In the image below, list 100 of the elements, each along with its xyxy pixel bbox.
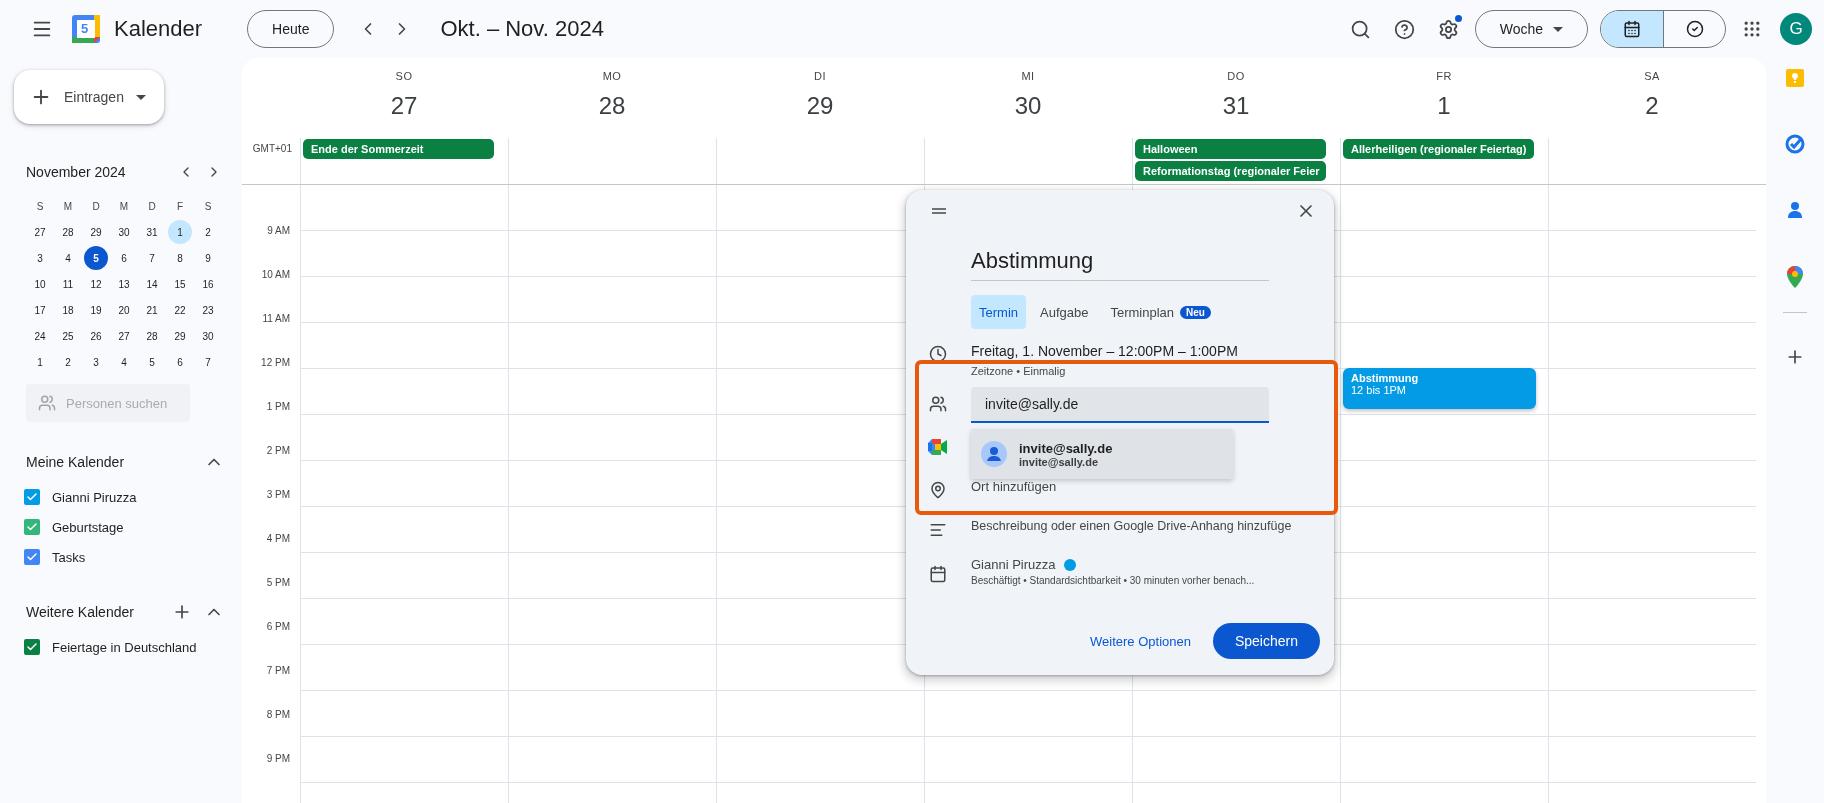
timezone-recurrence-text[interactable]: Zeitzone • Einmalig xyxy=(971,365,1238,377)
mini-calendar-day[interactable]: 4 xyxy=(112,350,136,374)
mini-calendar-day[interactable]: 18 xyxy=(56,298,80,322)
calendar-details[interactable]: Beschäftigt • Standardsichtbarkeit • 30 minuten vorher benach... xyxy=(971,575,1255,586)
mini-calendar-day[interactable]: 30 xyxy=(196,324,220,348)
checkbox[interactable] xyxy=(24,639,40,655)
description-text[interactable]: Beschreibung oder einen Google Drive-Anhang hinzufüge xyxy=(971,519,1292,533)
dialog-tab[interactable]: Terminplan Neu xyxy=(1102,295,1219,329)
mini-calendar-day[interactable]: 1 xyxy=(168,220,192,244)
mini-calendar-day[interactable]: 13 xyxy=(112,272,136,296)
account-avatar[interactable]: G xyxy=(1780,13,1812,45)
checkbox[interactable] xyxy=(24,549,40,565)
mini-calendar-day[interactable]: 17 xyxy=(28,298,52,322)
all-day-event[interactable]: Halloween xyxy=(1135,139,1326,159)
save-button[interactable]: Speichern xyxy=(1212,623,1320,659)
mini-calendar-day[interactable]: 7 xyxy=(196,350,220,374)
section-title: Meine Kalender xyxy=(26,454,126,470)
mini-calendar-day[interactable]: 20 xyxy=(112,298,136,322)
mini-calendar-day[interactable]: 5 xyxy=(84,246,108,270)
caret-icon xyxy=(1553,26,1563,32)
mini-calendar-day[interactable]: 8 xyxy=(168,246,192,270)
description-icon xyxy=(929,521,947,539)
mini-calendar-day[interactable]: 24 xyxy=(28,324,52,348)
day-number[interactable]: 30 xyxy=(1014,92,1042,120)
hour-label: 7 PM xyxy=(266,665,290,677)
guest-field[interactable]: invite@sally.de xyxy=(971,387,1269,423)
checkbox[interactable] xyxy=(24,519,40,535)
calendar-name: Gianni Piruzza xyxy=(52,489,137,505)
map-pin-icon[interactable] xyxy=(1786,266,1804,288)
mini-calendar-day[interactable]: 29 xyxy=(168,324,192,348)
mini-calendar-day[interactable]: 6 xyxy=(112,246,136,270)
hour-label: 10 AM xyxy=(261,269,290,281)
view-select[interactable]: Woche xyxy=(1474,10,1588,48)
day-number[interactable]: 31 xyxy=(1222,92,1250,120)
guest-suggestion[interactable]: invite@sally.de invite@sally.de xyxy=(971,429,1233,479)
event-date-time[interactable]: Freitag, 1. November – 12:00PM – 1:00PM xyxy=(971,343,1238,359)
dialog-tab[interactable]: Aufgabe xyxy=(1032,295,1097,329)
mini-calendar-day[interactable]: 2 xyxy=(196,220,220,244)
mini-calendar-day[interactable]: 21 xyxy=(140,298,164,322)
weekday-label: SO xyxy=(395,70,413,82)
mini-calendar-day[interactable]: 25 xyxy=(56,324,80,348)
mini-calendar-day[interactable]: 28 xyxy=(56,220,80,244)
mini-calendar-day[interactable]: 4 xyxy=(56,246,80,270)
today-button[interactable]: Heute xyxy=(247,10,335,48)
hour-label: 9 PM xyxy=(266,753,290,765)
mini-calendar-day[interactable]: 14 xyxy=(140,272,164,296)
drag-handle-icon[interactable] xyxy=(932,208,946,214)
mini-calendar-day[interactable]: 22 xyxy=(168,298,192,322)
mini-calendar-day[interactable]: 28 xyxy=(140,324,164,348)
create-button[interactable]: Eintragen xyxy=(14,70,164,124)
mini-calendar-day[interactable]: 7 xyxy=(140,246,164,270)
mini-calendar-day[interactable]: 5 xyxy=(140,350,164,374)
title-field[interactable]: Abstimmung xyxy=(971,244,1269,281)
location-text[interactable]: Ort hinzufügen xyxy=(971,479,1057,494)
mini-calendar-day[interactable]: 1 xyxy=(28,350,52,374)
dialog-tab[interactable]: Termin xyxy=(971,295,1026,329)
calendar-owner[interactable]: Gianni Piruzza xyxy=(971,557,1056,572)
mini-calendar-day[interactable]: 26 xyxy=(84,324,108,348)
timezone-label: GMT+01 xyxy=(252,143,292,156)
more-options-link[interactable]: Weitere Optionen xyxy=(1084,633,1197,649)
mini-calendar-day[interactable]: 23 xyxy=(196,298,220,322)
day-number[interactable]: 27 xyxy=(390,92,418,120)
mini-calendar-day[interactable]: 10 xyxy=(28,272,52,296)
search-icon xyxy=(1350,18,1372,40)
view-toggle-button[interactable] xyxy=(1601,11,1663,47)
date-range-title: Okt. – Nov. 2024 xyxy=(440,16,604,42)
all-day-event[interactable]: Ende der Sommerzeit xyxy=(303,139,494,159)
mini-calendar-day[interactable]: 19 xyxy=(84,298,108,322)
notification-dot xyxy=(1454,15,1462,22)
day-number[interactable]: 29 xyxy=(806,92,834,120)
checkbox[interactable] xyxy=(24,489,40,505)
hour-label: 8 PM xyxy=(266,709,290,721)
calendar-logo-icon xyxy=(70,13,102,45)
people-search-field[interactable]: Personen suchen xyxy=(26,384,190,422)
mini-calendar-day[interactable]: 9 xyxy=(196,246,220,270)
event-title: Abstimmung xyxy=(1351,372,1420,384)
mini-calendar-day[interactable]: 3 xyxy=(84,350,108,374)
all-day-event[interactable]: Reformationstag (regionaler Feier xyxy=(1135,161,1326,181)
mini-calendar-day[interactable]: 29 xyxy=(84,220,108,244)
hour-label: 1 PM xyxy=(266,401,290,413)
mini-calendar-day[interactable]: 11 xyxy=(56,272,80,296)
mini-calendar-day[interactable]: 6 xyxy=(168,350,192,374)
day-number[interactable]: 2 xyxy=(1645,92,1659,120)
mini-calendar-day[interactable]: 16 xyxy=(196,272,220,296)
check-icon xyxy=(26,551,38,563)
day-number[interactable]: 1 xyxy=(1437,92,1451,120)
mini-calendar-day[interactable]: 31 xyxy=(140,220,164,244)
all-day-event[interactable]: Allerheiligen (regionaler Feiertag) xyxy=(1343,139,1534,159)
weekday-label: D xyxy=(91,199,101,214)
mini-calendar-day[interactable]: 3 xyxy=(28,246,52,270)
settings-icon xyxy=(1438,18,1460,40)
contacts-icon[interactable] xyxy=(1785,200,1805,220)
mini-calendar-day[interactable]: 30 xyxy=(112,220,136,244)
mini-calendar-day[interactable]: 12 xyxy=(84,272,108,296)
day-number[interactable]: 28 xyxy=(598,92,626,120)
mini-calendar-day[interactable]: 2 xyxy=(56,350,80,374)
mini-calendar-day[interactable]: 27 xyxy=(112,324,136,348)
mini-calendar-day[interactable]: 15 xyxy=(168,272,192,296)
tasks-icon[interactable] xyxy=(1785,134,1805,154)
mini-calendar-day[interactable]: 27 xyxy=(28,220,52,244)
